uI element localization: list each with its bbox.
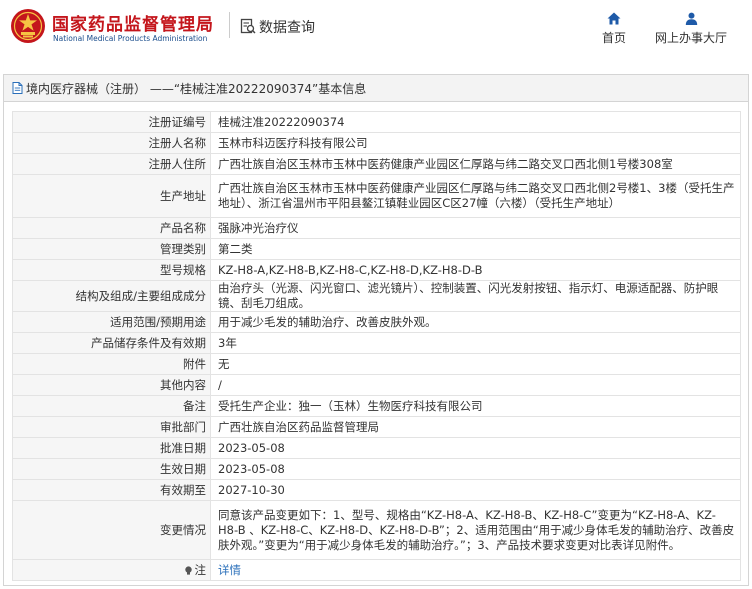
national-emblem-logo[interactable]	[10, 8, 46, 44]
field-value: 2023-05-08	[210, 458, 741, 480]
field-label: 生效日期	[12, 458, 211, 480]
table-row: 批准日期 2023-05-08	[12, 437, 741, 459]
site-header: 国家药品监督管理局 National Medical Products Admi…	[0, 0, 752, 62]
field-value: 同意该产品变更如下：1、型号、规格由“KZ-H8-A、KZ-H8-B、KZ-H8…	[210, 500, 741, 560]
field-label: 生产地址	[12, 174, 211, 218]
table-row: 有效期至 2027-10-30	[12, 479, 741, 501]
field-value: /	[210, 374, 741, 396]
field-label: 备注	[12, 395, 211, 417]
field-label: 附件	[12, 353, 211, 375]
org-name-cn[interactable]: 国家药品监督管理局	[52, 10, 214, 35]
table-row: 型号规格 KZ-H8-A,KZ-H8-B,KZ-H8-C,KZ-H8-D,KZ-…	[12, 259, 741, 281]
field-value: 第二类	[210, 238, 741, 260]
field-label: 批准日期	[12, 437, 211, 459]
device-info-table: 注册证编号 桂械注准20222090374 注册人名称 玉林市科迈医疗科技有限公…	[12, 111, 741, 581]
panel-title-bar: 境内医疗器械（注册） ——“桂械注准20222090374”基本信息	[4, 75, 748, 102]
field-value: KZ-H8-A,KZ-H8-B,KZ-H8-C,KZ-H8-D,KZ-H8-D-…	[210, 259, 741, 281]
field-value: 3年	[210, 332, 741, 354]
table-row: 附件 无	[12, 353, 741, 375]
field-value: 2027-10-30	[210, 479, 741, 501]
field-label: 注册人名称	[12, 132, 211, 154]
table-row: 产品储存条件及有效期 3年	[12, 332, 741, 354]
note-label: 注	[194, 562, 207, 577]
field-label: 管理类别	[12, 238, 211, 260]
field-label: 结构及组成/主要组成成分	[12, 280, 211, 312]
field-value: 广西壮族自治区药品监督管理局	[210, 416, 741, 438]
table-row: 注册证编号 桂械注准20222090374	[12, 111, 741, 133]
field-value: 强脉冲光治疗仪	[210, 217, 741, 239]
field-label: 产品名称	[12, 217, 211, 239]
table-row: 其他内容 /	[12, 374, 741, 396]
home-icon	[607, 12, 621, 25]
field-value: 桂械注准20222090374	[210, 111, 741, 133]
field-label: 审批部门	[12, 416, 211, 438]
field-label-note: 注	[12, 559, 211, 581]
field-value: 广西壮族自治区玉林市玉林中医药健康产业园区仁厚路与纬二路交叉口西北侧2号楼1、3…	[210, 174, 741, 218]
field-label: 变更情况	[12, 500, 211, 560]
table-row: 管理类别 第二类	[12, 238, 741, 260]
table-row: 审批部门 广西壮族自治区药品监督管理局	[12, 416, 741, 438]
panel-title: 境内医疗器械（注册） ——“桂械注准20222090374”基本信息	[26, 81, 367, 96]
page-title: 数据查询	[259, 20, 315, 36]
details-link[interactable]: 详情	[218, 563, 241, 577]
nav-home-label: 首页	[601, 31, 626, 45]
table-row: 适用范围/预期用途 用于减少毛发的辅助治疗、改善皮肤外观。	[12, 311, 741, 333]
field-label: 有效期至	[12, 479, 211, 501]
field-value: 玉林市科迈医疗科技有限公司	[210, 132, 741, 154]
device-info-panel: 境内医疗器械（注册） ——“桂械注准20222090374”基本信息 注册证编号…	[3, 74, 749, 586]
table-row: 产品名称 强脉冲光治疗仪	[12, 217, 741, 239]
table-row: 注册人名称 玉林市科迈医疗科技有限公司	[12, 132, 741, 154]
table-row: 注册人住所 广西壮族自治区玉林市玉林中医药健康产业园区仁厚路与纬二路交叉口西北侧…	[12, 153, 741, 175]
search-document-icon	[240, 18, 256, 34]
table-row: 生产地址 广西壮族自治区玉林市玉林中医药健康产业园区仁厚路与纬二路交叉口西北侧2…	[12, 174, 741, 218]
field-label: 产品储存条件及有效期	[12, 332, 211, 354]
header-divider	[229, 12, 230, 38]
table-row: 变更情况 同意该产品变更如下：1、型号、规格由“KZ-H8-A、KZ-H8-B、…	[12, 500, 741, 560]
field-value: 2023-05-08	[210, 437, 741, 459]
lightbulb-icon	[184, 565, 192, 575]
field-label: 适用范围/预期用途	[12, 311, 211, 333]
nav-home-link[interactable]: 首页	[594, 12, 634, 46]
field-label: 其他内容	[12, 374, 211, 396]
field-value: 无	[210, 353, 741, 375]
nav-hall-label: 网上办事大厅	[654, 31, 727, 45]
nav-online-hall-link[interactable]: 网上办事大厅	[650, 12, 732, 46]
field-value: 用于减少毛发的辅助治疗、改善皮肤外观。	[210, 311, 741, 333]
field-label: 注册人住所	[12, 153, 211, 175]
field-label: 型号规格	[12, 259, 211, 281]
user-icon	[685, 12, 697, 25]
table-row: 备注 受托生产企业：独一（玉林）生物医疗科技有限公司	[12, 395, 741, 417]
field-value: 由治疗头（光源、闪光窗口、滤光镜片）、控制装置、闪光发射按钮、指示灯、电源适配器…	[210, 280, 741, 312]
table-row: 结构及组成/主要组成成分 由治疗头（光源、闪光窗口、滤光镜片）、控制装置、闪光发…	[12, 280, 741, 312]
table-row-note: 注 详情	[12, 559, 741, 581]
document-icon	[12, 82, 23, 94]
org-name-en: National Medical Products Administration	[53, 34, 208, 43]
field-value: 受托生产企业：独一（玉林）生物医疗科技有限公司	[210, 395, 741, 417]
field-value-note: 详情	[210, 559, 741, 581]
table-row: 生效日期 2023-05-08	[12, 458, 741, 480]
field-value: 广西壮族自治区玉林市玉林中医药健康产业园区仁厚路与纬二路交叉口西北侧1号楼308…	[210, 153, 741, 175]
field-label: 注册证编号	[12, 111, 211, 133]
